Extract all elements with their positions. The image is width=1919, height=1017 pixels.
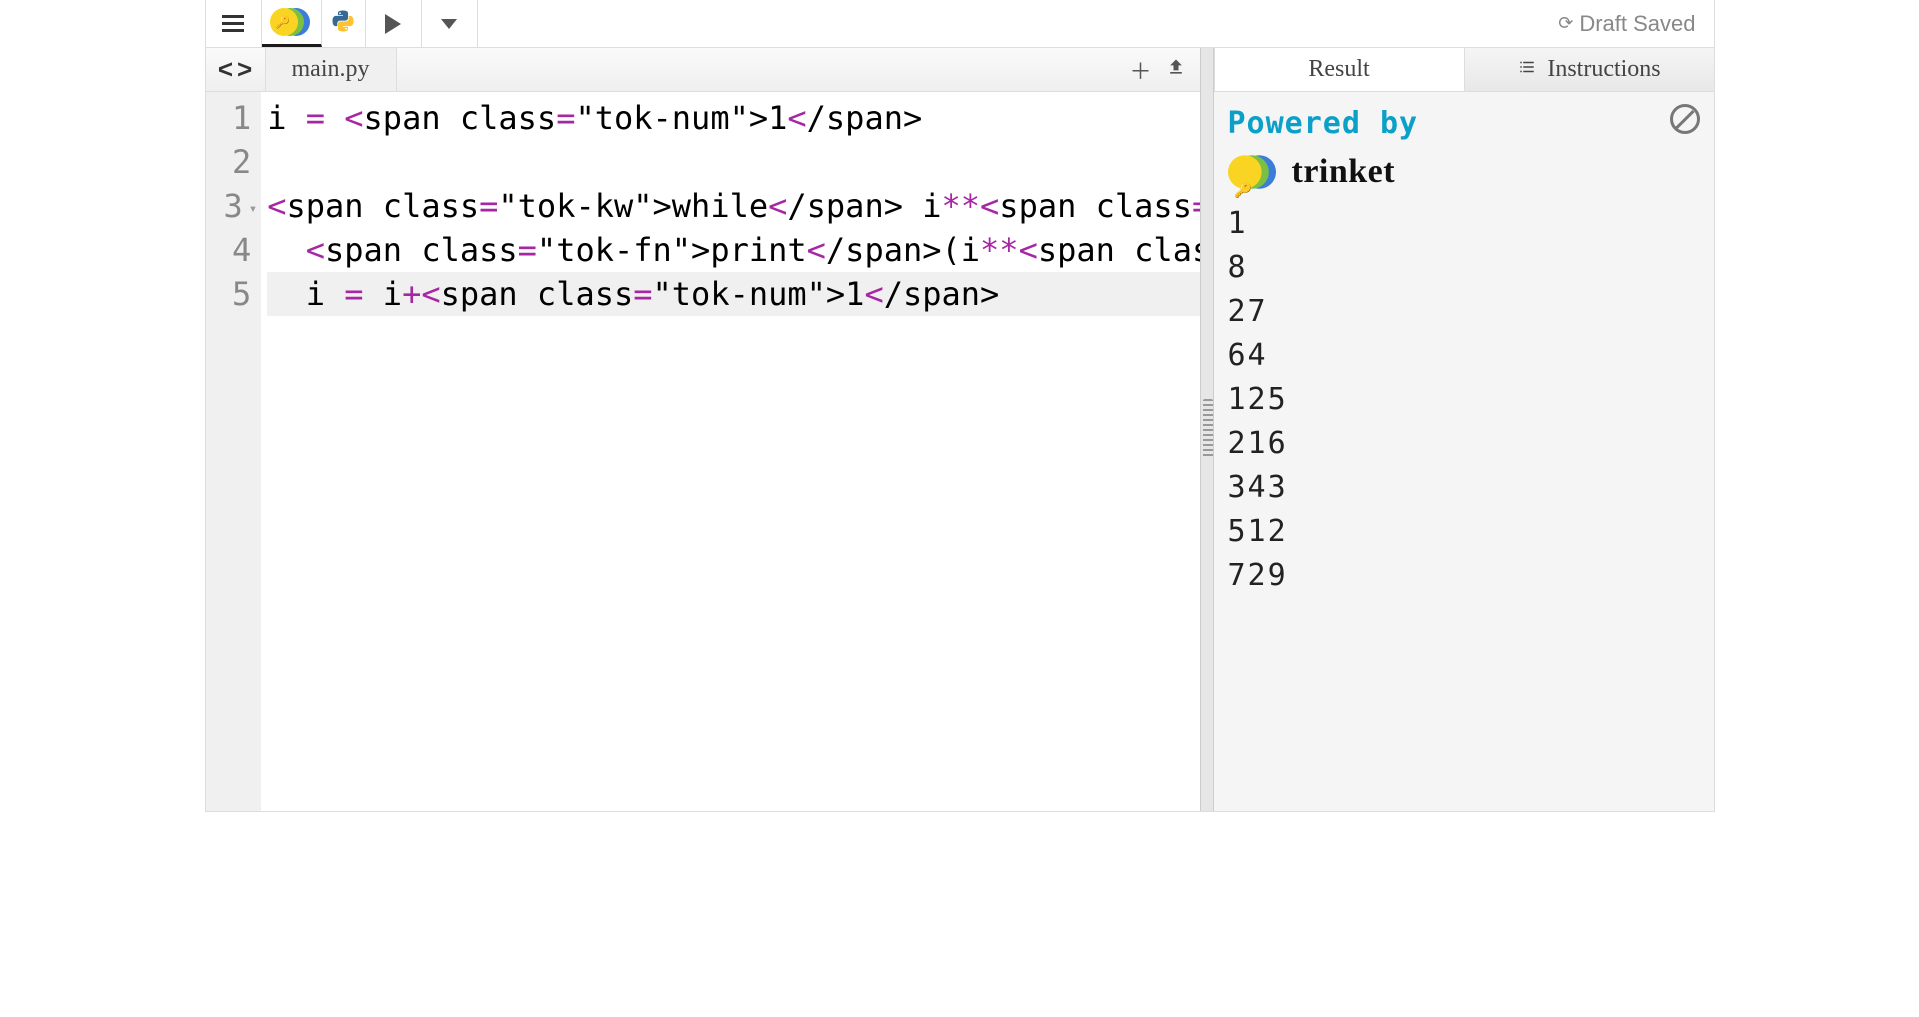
tab-instructions[interactable]: Instructions xyxy=(1464,48,1714,91)
line-number: 3 xyxy=(224,184,252,228)
stop-button[interactable] xyxy=(1670,104,1700,134)
trinket-logo-button[interactable]: 🔑 xyxy=(262,0,322,47)
code-line[interactable] xyxy=(267,140,1199,184)
code-line[interactable]: i = i+<span class="tok-num">1</span> xyxy=(267,272,1199,316)
play-icon xyxy=(385,14,401,34)
run-button[interactable] xyxy=(366,0,422,47)
app-window: 🔑 ⟳ Draft Saved < > xyxy=(205,0,1715,812)
output-line: 8 xyxy=(1228,246,1700,290)
file-nav-arrows[interactable]: < > xyxy=(206,48,266,91)
code-line[interactable]: <span class="tok-kw">while</span> i**<sp… xyxy=(267,184,1199,228)
output-tabs: Result Instructions xyxy=(1214,48,1714,92)
output-line: 27 xyxy=(1228,290,1700,334)
file-tab-main[interactable]: main.py xyxy=(266,48,397,91)
save-status: ⟳ Draft Saved xyxy=(1558,0,1713,47)
tab-result[interactable]: Result xyxy=(1214,48,1464,91)
output-line: 216 xyxy=(1228,422,1700,466)
line-number: 1 xyxy=(224,96,252,140)
chevron-right-icon: > xyxy=(237,54,252,85)
hamburger-icon xyxy=(222,15,244,32)
code-line[interactable]: <span class="tok-fn">print</span>(i**<sp… xyxy=(267,228,1199,272)
output-pane: Result Instructions Powered by xyxy=(1214,48,1714,811)
chevron-down-icon xyxy=(441,19,457,29)
save-status-text: Draft Saved xyxy=(1579,11,1695,37)
file-tab-label: main.py xyxy=(292,56,370,83)
menu-button[interactable] xyxy=(206,0,262,47)
more-button[interactable] xyxy=(422,0,478,47)
file-tab-bar: < > main.py ＋ xyxy=(206,48,1200,92)
toolbar: 🔑 ⟳ Draft Saved xyxy=(206,0,1714,48)
splitter-handle-icon xyxy=(1203,399,1213,459)
code-editor[interactable]: 12345 i = <span class="tok-num">1</span>… xyxy=(206,92,1200,811)
python-icon xyxy=(331,9,355,39)
code-line[interactable]: i = <span class="tok-num">1</span> xyxy=(267,96,1199,140)
code-content[interactable]: i = <span class="tok-num">1</span> <span … xyxy=(261,92,1199,811)
refresh-icon: ⟳ xyxy=(1558,13,1573,34)
main-body: < > main.py ＋ 12345 i = <span class="tok… xyxy=(206,48,1714,811)
upload-file-button[interactable] xyxy=(1166,57,1186,83)
output-line: 729 xyxy=(1228,554,1700,598)
trinket-logo-icon: 🔑 xyxy=(1228,153,1290,191)
tab-result-label: Result xyxy=(1308,56,1369,83)
output-line: 64 xyxy=(1228,334,1700,378)
output-line: 125 xyxy=(1228,378,1700,422)
line-number: 4 xyxy=(224,228,252,272)
add-file-button[interactable]: ＋ xyxy=(1129,54,1151,86)
output-line: 343 xyxy=(1228,466,1700,510)
output-line: 512 xyxy=(1228,510,1700,554)
line-number-gutter: 12345 xyxy=(206,92,262,811)
editor-pane: < > main.py ＋ 12345 i = <span class="tok… xyxy=(206,48,1200,811)
trinket-brand-text: trinket xyxy=(1292,150,1396,194)
pane-splitter[interactable] xyxy=(1200,48,1214,811)
line-number: 2 xyxy=(224,140,252,184)
program-output: 182764125216343512729 xyxy=(1228,202,1700,598)
powered-by-text: Powered by xyxy=(1228,102,1700,146)
chevron-left-icon: < xyxy=(218,54,233,85)
line-number: 5 xyxy=(224,272,252,316)
list-icon xyxy=(1517,58,1537,81)
tab-instructions-label: Instructions xyxy=(1547,56,1660,83)
result-area: Powered by 🔑 trinket 1827641252163435127… xyxy=(1214,92,1714,811)
language-button[interactable] xyxy=(322,0,366,47)
trinket-brand: 🔑 trinket xyxy=(1228,150,1700,194)
trinket-logo-icon: 🔑 xyxy=(270,6,312,38)
file-actions: ＋ xyxy=(1129,48,1199,91)
output-line: 1 xyxy=(1228,202,1700,246)
